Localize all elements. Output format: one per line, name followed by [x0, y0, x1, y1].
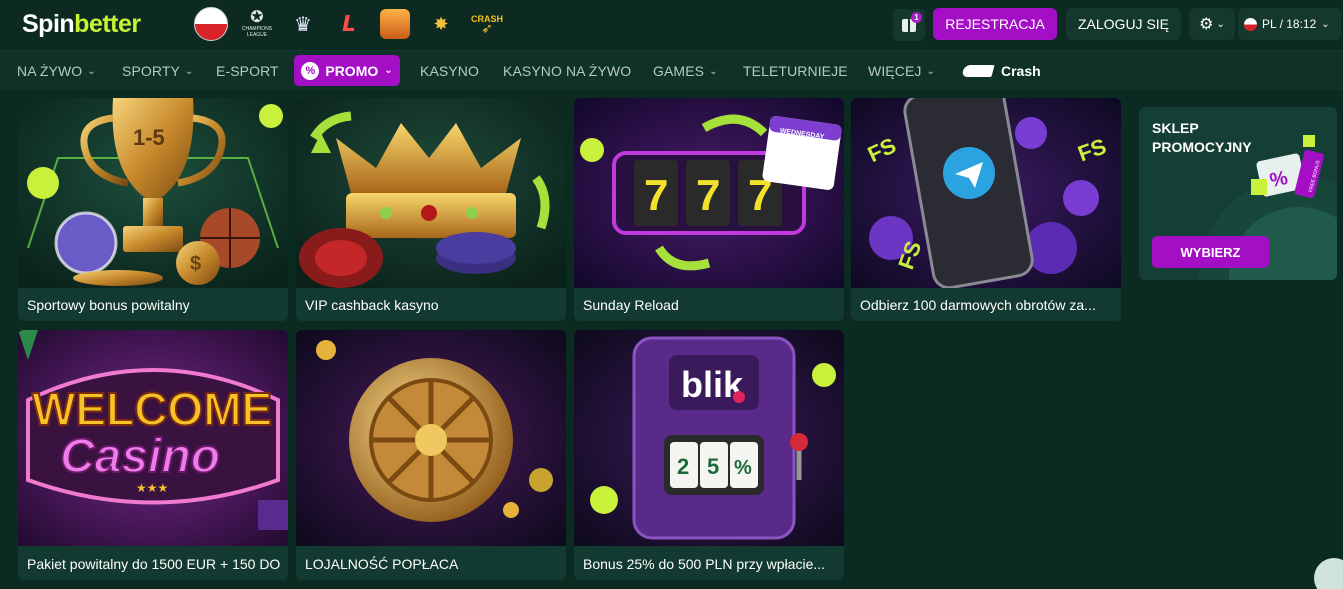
svg-text:$: $	[190, 253, 201, 275]
promo-art-welcome-casino: WELCOME Casino ★★★	[18, 330, 288, 546]
premier-league-icon[interactable]: ♛	[285, 6, 321, 42]
svg-text:WELCOME: WELCOME	[32, 383, 272, 435]
promo-card-blik-bonus[interactable]: blik 2 5 % Bonus 25% do 500 PLN przy wpł…	[574, 330, 844, 580]
promo-title: Pakiet powitalny do 1500 EUR + 150 DO	[27, 556, 281, 572]
gift-percent-icon: % FREE BONUS	[1251, 135, 1324, 199]
chevron-down-icon: ⌄	[184, 65, 194, 77]
nav-casino[interactable]: KASYNO	[420, 51, 479, 91]
nav-games[interactable]: GAMES ⌄	[653, 51, 718, 91]
language-time-label: PL / 18:12	[1262, 17, 1317, 31]
promo-title: Odbierz 100 darmowych obrotów za...	[860, 297, 1096, 313]
nav-crash[interactable]: Crash	[961, 51, 1041, 91]
promo-card-free-spins[interactable]: FS FS FS Odbierz 100 darmowych obrotów z…	[851, 98, 1121, 321]
nav-esport[interactable]: E-SPORT	[216, 51, 279, 91]
rooster-icon[interactable]: ✸	[423, 6, 459, 42]
promo-art-trophy: 1-5 $	[18, 98, 288, 288]
badge-icon[interactable]	[377, 6, 413, 42]
main-nav: NA ŻYWO ⌄ SPORTY ⌄ E-SPORT % PROMO ⌄ KASYN…	[0, 50, 1343, 90]
poland-flag-icon[interactable]	[193, 6, 229, 42]
choose-button[interactable]: WYBIERZ	[1152, 236, 1269, 268]
login-button[interactable]: ZALOGUJ SIĘ	[1066, 8, 1181, 40]
chevron-down-icon: ⌄	[1321, 18, 1330, 30]
svg-text:★★★: ★★★	[136, 481, 168, 495]
laliga-icon[interactable]: ᒪ	[331, 6, 367, 42]
promo-card-sport-bonus[interactable]: 1-5 $ Sportowy bonus powitalny	[18, 98, 288, 321]
champions-league-icon[interactable]: ✪ CHAMPIONS LEAGUE	[239, 6, 275, 42]
gift-count-badge: 1	[911, 12, 922, 23]
quick-links: ✪ CHAMPIONS LEAGUE ♛ ᒪ ✸ CRASH ➶	[193, 6, 505, 42]
register-button[interactable]: REJESTRACJA	[933, 8, 1057, 40]
promo-title: Sunday Reload	[583, 297, 679, 313]
top-bar: Spinbetter ✪ CHAMPIONS LEAGUE ♛ ᒪ ✸ CRASH…	[0, 0, 1343, 50]
chevron-down-icon: ⌄	[709, 65, 718, 77]
svg-text:7: 7	[696, 171, 720, 220]
promo-art-crown	[296, 98, 566, 288]
chevron-down-icon: ⌄	[1216, 18, 1225, 30]
promo-title: Sportowy bonus powitalny	[27, 297, 190, 313]
chevron-down-icon: ⌄	[384, 65, 393, 76]
promo-card-welcome-casino[interactable]: WELCOME Casino ★★★ Pakiet powitalny do 1…	[18, 330, 288, 580]
gear-icon: ⚙	[1199, 16, 1214, 33]
nav-more[interactable]: WIĘCEJ ⌄	[868, 51, 935, 91]
svg-text:5: 5	[707, 454, 719, 479]
crash-game-icon[interactable]: CRASH ➶	[469, 6, 505, 42]
nav-promo[interactable]: % PROMO ⌄	[294, 55, 400, 86]
nav-sports[interactable]: SPORTY ⌄	[122, 51, 193, 91]
promo-art-golden-wheel	[296, 330, 566, 546]
chevron-down-icon: ⌄	[87, 65, 96, 77]
nav-live-casino[interactable]: KASYNO NA ŻYWO	[503, 51, 631, 91]
nav-live[interactable]: NA ŻYWO ⌄	[17, 51, 96, 91]
percent-icon: %	[301, 61, 320, 80]
promo-shop-widget: SKLEP PROMOCYJNY % FREE BONUS WYBIERZ	[1139, 107, 1337, 280]
svg-text:7: 7	[644, 171, 668, 220]
promo-art-slot-777: 7 7 7 WEDNESDAY	[574, 98, 844, 288]
poland-flag-icon	[1244, 17, 1257, 31]
svg-text:2: 2	[677, 454, 689, 479]
svg-text:%: %	[734, 457, 752, 479]
svg-text:1-5: 1-5	[133, 125, 165, 150]
nav-tv-games[interactable]: TELETURNIEJE	[743, 51, 848, 91]
promo-art-blik-slot: blik 2 5 %	[574, 330, 844, 546]
promo-card-sunday-reload[interactable]: 7 7 7 WEDNESDAY Sunday Reload	[574, 98, 844, 321]
promo-card-loyalty[interactable]: LOJALNOŚĆ POPŁACA	[296, 330, 566, 580]
spinbetter-logo[interactable]: Spinbetter	[22, 10, 141, 39]
support-chat-button[interactable]	[1314, 558, 1343, 589]
promo-title: VIP cashback kasyno	[305, 297, 439, 313]
promo-art-telegram-phone: FS FS FS	[851, 98, 1121, 288]
gift-button[interactable]: 1	[893, 9, 925, 41]
svg-text:Casino: Casino	[60, 430, 220, 483]
settings-button[interactable]: ⚙ ⌄	[1189, 8, 1235, 40]
chevron-down-icon: ⌄	[926, 65, 935, 77]
plane-icon	[961, 65, 995, 77]
promo-title: Bonus 25% do 500 PLN przy wpłacie...	[583, 556, 826, 572]
language-time-button[interactable]: PL / 18:12 ⌄	[1238, 8, 1341, 40]
promo-title: LOJALNOŚĆ POPŁACA	[305, 556, 459, 572]
promo-card-vip-cashback[interactable]: VIP cashback kasyno	[296, 98, 566, 321]
